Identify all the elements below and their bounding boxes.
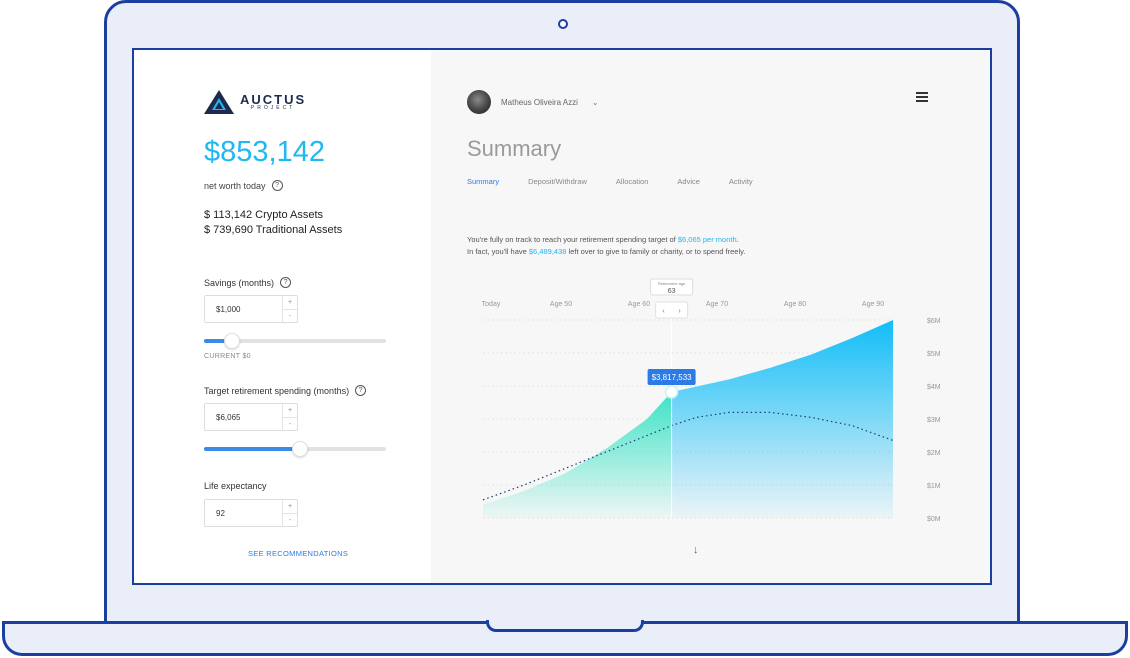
retirement-age-label: Retirement age xyxy=(658,281,686,286)
net-worth-label-text: net worth today xyxy=(204,180,266,191)
savings-label: Savings (months) ? xyxy=(204,277,292,288)
life-expectancy-label: Life expectancy xyxy=(204,481,267,491)
x-tick-label: Age 90 xyxy=(862,301,884,308)
x-tick-label: Age 50 xyxy=(550,301,572,308)
y-tick-label: $5M xyxy=(927,351,941,358)
increment-button[interactable]: + xyxy=(283,500,297,514)
increment-button[interactable]: + xyxy=(283,404,297,418)
increment-button[interactable]: + xyxy=(283,296,297,310)
y-tick-label: $3M xyxy=(927,417,941,424)
net-worth-value: $853,142 xyxy=(204,136,325,168)
pre-retirement-area xyxy=(483,391,672,518)
age-nav-buttons xyxy=(655,301,689,319)
target-label-text: Target retirement spending (months) xyxy=(204,385,350,396)
value-tooltip-text: $3,817,533 xyxy=(652,373,693,382)
savings-stepper[interactable]: $1,000 + - xyxy=(204,295,298,323)
savings-slider-handle[interactable] xyxy=(224,333,241,349)
retirement-point-handle xyxy=(664,385,679,399)
app-screen: AUCTUS PROJECT $853,142 net worth today … xyxy=(132,48,992,585)
savings-slider[interactable] xyxy=(204,333,386,349)
target-slider[interactable] xyxy=(204,441,386,457)
target-stepper[interactable]: $6,065 + - xyxy=(204,403,298,431)
life-label-text: Life expectancy xyxy=(204,481,267,491)
main-panel: Matheus Oliveira Azzi ⌄ Summary Summary … xyxy=(431,50,990,583)
y-tick-label: $4M xyxy=(927,384,941,391)
savings-label-text: Savings (months) xyxy=(204,277,275,288)
y-tick-label: $2M xyxy=(927,450,941,457)
decrement-button[interactable]: - xyxy=(283,418,297,431)
question-circle-icon[interactable]: ? xyxy=(280,277,292,288)
down-arrow-icon[interactable]: ↓ xyxy=(693,544,699,556)
retirement-chart: $0M $1M $2M $3M $4M $5M $6M Today Age 50 Age 60 Ag… xyxy=(482,278,941,523)
x-tick-label: Today xyxy=(482,301,501,308)
decrement-button[interactable]: - xyxy=(283,310,297,323)
question-circle-icon[interactable]: ? xyxy=(355,385,367,396)
question-circle-icon[interactable]: ? xyxy=(271,180,283,191)
net-worth-label: net worth today ? xyxy=(204,180,283,191)
target-label: Target retirement spending (months) ? xyxy=(204,385,367,396)
life-value[interactable]: 92 xyxy=(216,509,225,518)
camera-icon xyxy=(558,19,568,29)
savings-current: CURRENT $0 xyxy=(204,353,251,360)
life-expectancy-stepper[interactable]: 92 + - xyxy=(204,499,298,527)
laptop-notch xyxy=(486,620,644,632)
see-recommendations-link[interactable]: SEE RECOMMENDATIONS xyxy=(248,549,348,558)
traditional-assets: $ 739,690 Traditional Assets xyxy=(204,224,343,236)
x-tick-label: Age 60 xyxy=(628,301,650,308)
x-tick-label: Age 80 xyxy=(784,301,806,308)
retirement-age-value: 63 xyxy=(668,288,676,295)
sidebar: AUCTUS PROJECT $853,142 net worth today … xyxy=(134,50,431,583)
y-tick-label: $1M xyxy=(927,483,941,490)
post-retirement-area xyxy=(671,320,893,518)
brand-logo[interactable]: AUCTUS PROJECT xyxy=(204,90,306,114)
target-slider-fill xyxy=(204,447,299,451)
target-value[interactable]: $6,065 xyxy=(216,413,240,422)
savings-value[interactable]: $1,000 xyxy=(216,305,240,314)
y-tick-label: $6M xyxy=(927,318,941,325)
y-tick-label: $0M xyxy=(927,516,941,523)
crypto-assets: $ 113,142 Crypto Assets xyxy=(204,209,324,221)
target-slider-handle[interactable] xyxy=(291,441,308,457)
x-tick-label: Age 70 xyxy=(706,301,728,308)
decrement-button[interactable]: - xyxy=(283,514,297,527)
auctus-logo-icon xyxy=(204,90,234,114)
